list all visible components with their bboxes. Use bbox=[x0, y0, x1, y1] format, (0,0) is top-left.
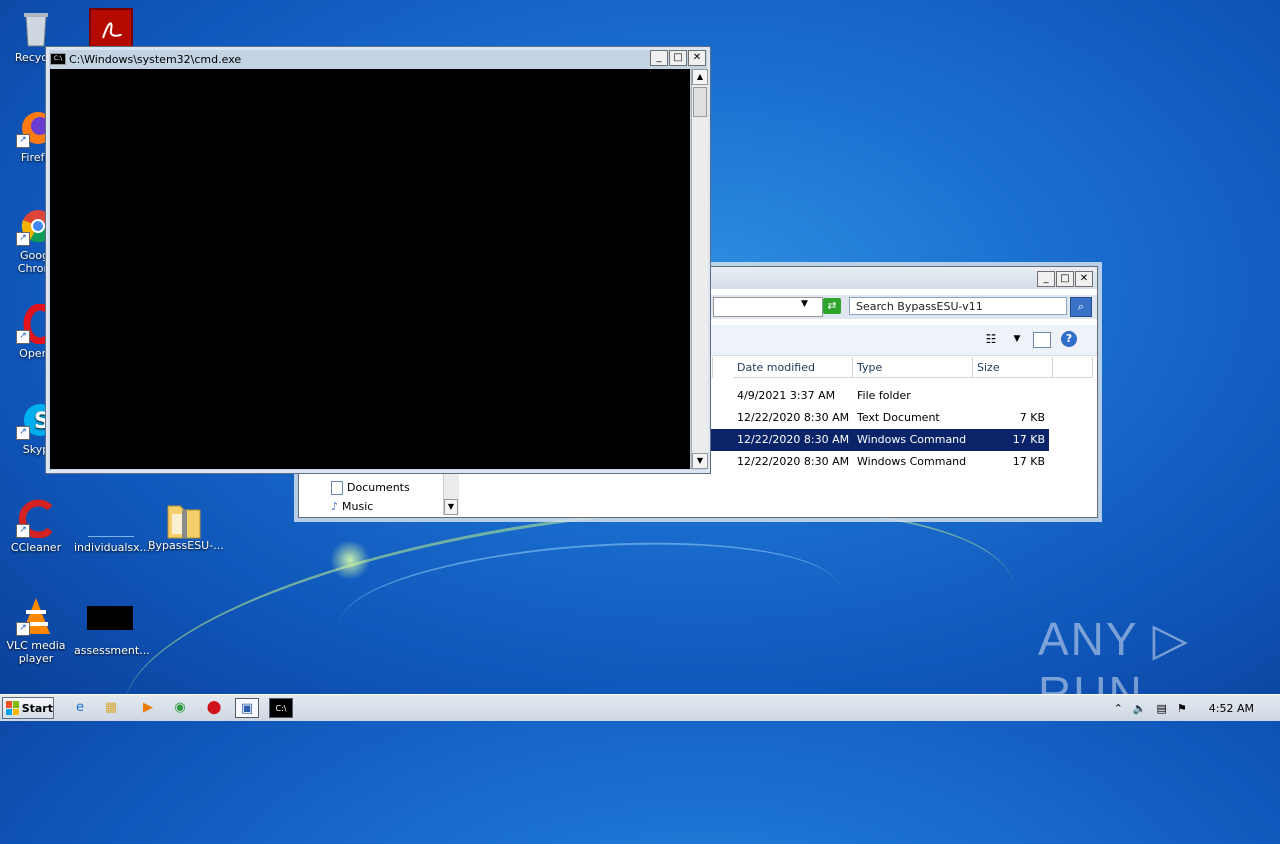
scroll-down-icon[interactable]: ▼ bbox=[444, 499, 458, 515]
shortcut-arrow-icon: ↗ bbox=[16, 524, 30, 538]
shortcut-arrow-icon: ↗ bbox=[16, 426, 30, 440]
scroll-thumb[interactable] bbox=[693, 87, 707, 117]
windows-logo-icon bbox=[6, 701, 19, 715]
explorer-close-button[interactable]: ✕ bbox=[1075, 271, 1093, 287]
navigation-pane: Documents ♪ Music ▼ bbox=[301, 467, 461, 515]
ccleaner-icon: ↗ bbox=[16, 498, 56, 539]
nav-scrollbar[interactable]: ▼ bbox=[443, 467, 459, 515]
scroll-up-icon[interactable]: ▲ bbox=[692, 69, 708, 85]
view-dropdown-icon[interactable]: ▼ bbox=[1009, 332, 1025, 346]
nav-item-documents[interactable]: Documents bbox=[331, 479, 410, 497]
vlc-icon: ↗ bbox=[16, 596, 56, 636]
console-output[interactable] bbox=[50, 69, 690, 469]
wallpaper-glow bbox=[330, 540, 370, 580]
cmd-title-text: C:\Windows\system32\cmd.exe bbox=[69, 52, 242, 66]
file-explorer-icon[interactable]: ▦ bbox=[99, 698, 123, 718]
table-row[interactable]: 12/22/2020 8:30 AM Windows Command ... 1… bbox=[711, 451, 1049, 473]
explorer-taskbar-button[interactable]: ▣ bbox=[235, 698, 259, 718]
zip-folder-icon bbox=[164, 496, 204, 539]
console-icon: C:\ bbox=[50, 53, 66, 65]
row-date: 12/22/2020 8:30 AM bbox=[737, 433, 850, 446]
recycle-bin-icon bbox=[16, 8, 56, 48]
system-tray: ⌃ 🔈 ▤ ⚑ 4:52 AM bbox=[1114, 695, 1280, 721]
row-date: 4/9/2021 3:37 AM bbox=[737, 389, 836, 402]
row-type: File folder bbox=[857, 389, 911, 402]
address-dropdown-icon[interactable]: ▼ bbox=[801, 299, 808, 309]
nav-item-label: Documents bbox=[347, 481, 410, 494]
desktop-icon-ccleaner[interactable]: ↗ CCleaner bbox=[0, 498, 72, 554]
explorer-minimize-button[interactable]: _ bbox=[1037, 271, 1055, 287]
table-row-selected[interactable]: 12/22/2020 8:30 AM Windows Command ... 1… bbox=[711, 429, 1049, 451]
black-thumbnail-icon bbox=[87, 606, 133, 630]
document-icon bbox=[88, 498, 134, 538]
row-date: 12/22/2020 8:30 AM bbox=[737, 411, 850, 424]
table-row[interactable]: 4/9/2021 3:37 AM File folder bbox=[711, 385, 1049, 407]
row-date: 12/22/2020 8:30 AM bbox=[737, 455, 850, 468]
help-icon[interactable]: ? bbox=[1061, 331, 1077, 347]
explorer-maximize-button[interactable]: □ bbox=[1056, 271, 1074, 287]
cmd-titlebar[interactable]: C:\ C:\Windows\system32\cmd.exe bbox=[50, 50, 706, 68]
cmd-maximize-button[interactable]: □ bbox=[669, 50, 687, 66]
preview-pane-icon[interactable] bbox=[1033, 332, 1051, 348]
internet-explorer-icon[interactable]: e bbox=[68, 698, 92, 718]
explorer-window-controls: _ □ ✕ bbox=[1037, 271, 1093, 287]
cmd-window-controls: _ □ ✕ bbox=[650, 50, 706, 66]
search-input[interactable]: Search BypassESU-v11 bbox=[849, 297, 1067, 315]
shortcut-arrow-icon: ↗ bbox=[16, 232, 30, 246]
shortcut-arrow-icon: ↗ bbox=[16, 330, 30, 344]
row-type: Windows Command ... bbox=[857, 433, 967, 446]
table-row[interactable]: 12/22/2020 8:30 AM Text Document 7 KB bbox=[711, 407, 1049, 429]
acrobat-icon bbox=[89, 8, 133, 48]
nav-item-music[interactable]: ♪ Music bbox=[331, 498, 373, 516]
scroll-down-icon[interactable]: ▼ bbox=[692, 453, 708, 469]
volume-icon[interactable]: 🔈 bbox=[1133, 702, 1147, 715]
action-center-flag-icon[interactable]: ⚑ bbox=[1177, 702, 1187, 715]
cmd-minimize-button[interactable]: _ bbox=[650, 50, 668, 66]
cmd-window[interactable]: C:\ C:\Windows\system32\cmd.exe _ □ ✕ ▲ … bbox=[45, 46, 711, 474]
shortcut-arrow-icon: ↗ bbox=[16, 622, 30, 636]
music-icon: ♪ bbox=[331, 500, 339, 513]
view-options-icon[interactable]: ☷ bbox=[983, 332, 999, 346]
row-type: Text Document bbox=[857, 411, 940, 424]
row-size: 7 KB bbox=[1019, 411, 1045, 424]
row-size: 17 KB bbox=[1012, 433, 1045, 446]
column-divider bbox=[711, 357, 713, 378]
column-filler bbox=[1053, 357, 1093, 378]
documents-icon bbox=[331, 481, 343, 495]
start-button[interactable]: Start bbox=[2, 697, 54, 719]
opera-taskbar-icon[interactable]: ⬤ bbox=[202, 698, 226, 718]
desktop-icon-assessment[interactable]: assessment... bbox=[74, 606, 150, 657]
start-label: Start bbox=[21, 701, 53, 715]
media-player-icon[interactable]: ▶ bbox=[136, 698, 160, 718]
row-size: 17 KB bbox=[1012, 455, 1045, 468]
desktop-icon-bypassesu[interactable]: BypassESU-... bbox=[148, 496, 224, 552]
taskbar: Start e ▦ ▶ ◉ ⬤ ▣ C:\ ⌃ 🔈 ▤ ⚑ 4:52 AM bbox=[0, 694, 1280, 721]
clock[interactable]: 4:52 AM bbox=[1209, 702, 1254, 715]
shortcut-arrow-icon: ↗ bbox=[16, 134, 30, 148]
row-type: Windows Command ... bbox=[857, 455, 967, 468]
chrome-taskbar-icon[interactable]: ◉ bbox=[168, 698, 192, 718]
cmd-taskbar-button[interactable]: C:\ bbox=[269, 698, 293, 718]
column-size[interactable]: Size bbox=[973, 357, 1053, 378]
desktop-icon-acrobat[interactable] bbox=[88, 8, 134, 51]
desktop-icon-vlc[interactable]: ↗ VLC media player bbox=[0, 596, 72, 665]
cmd-scrollbar[interactable]: ▲ ▼ bbox=[691, 69, 708, 469]
show-hidden-icons-icon[interactable]: ⌃ bbox=[1114, 702, 1123, 715]
network-icon[interactable]: ▤ bbox=[1157, 702, 1167, 715]
search-icon[interactable]: ⌕ bbox=[1070, 297, 1092, 317]
refresh-icon[interactable]: ⇄ bbox=[823, 298, 841, 314]
nav-item-label: Music bbox=[342, 500, 374, 513]
desktop-icon-individuals[interactable]: individualsx.... bbox=[74, 498, 154, 554]
column-date-modified[interactable]: Date modified bbox=[733, 357, 853, 378]
cmd-close-button[interactable]: ✕ bbox=[688, 50, 706, 66]
column-type[interactable]: Type bbox=[853, 357, 973, 378]
